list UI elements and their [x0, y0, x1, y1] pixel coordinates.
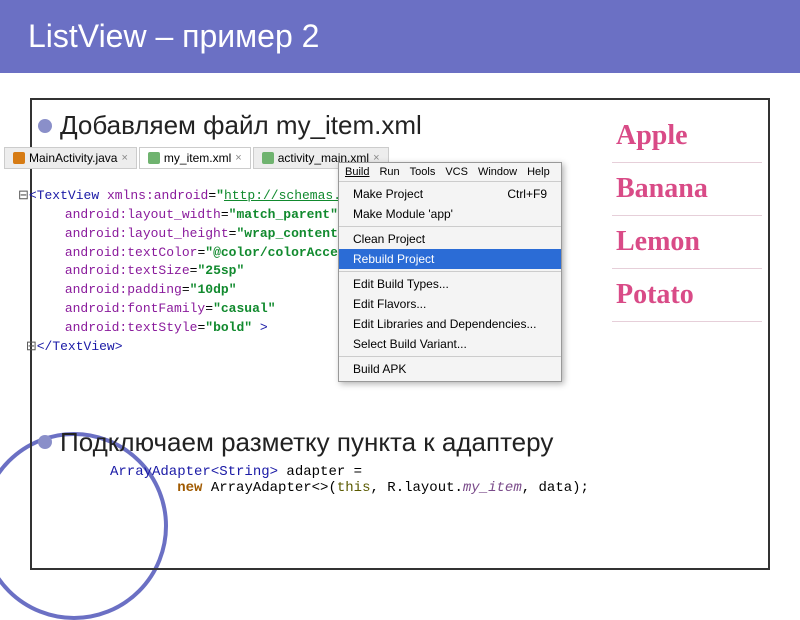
menu-item-make-project[interactable]: Make ProjectCtrl+F9	[339, 184, 561, 204]
tab-main-activity[interactable]: MainActivity.java ×	[4, 147, 137, 169]
list-item[interactable]: Lemon	[612, 216, 762, 269]
bullet-1-text: Добавляем файл my_item.xml	[60, 110, 422, 141]
menu-item-clean[interactable]: Clean Project	[339, 229, 561, 249]
list-item[interactable]: Banana	[612, 163, 762, 216]
menu-item-rebuild[interactable]: Rebuild Project	[339, 249, 561, 269]
menu-tools[interactable]: Tools	[410, 166, 436, 178]
menu-build[interactable]: Build	[345, 166, 369, 178]
java-icon	[13, 152, 25, 164]
close-icon[interactable]: ×	[121, 152, 127, 164]
menu-separator	[339, 226, 561, 227]
xml-icon	[262, 152, 274, 164]
menu-item-make-module[interactable]: Make Module 'app'	[339, 204, 561, 224]
bullet-icon	[38, 435, 52, 449]
list-item[interactable]: Apple	[612, 110, 762, 163]
menu-window[interactable]: Window	[478, 166, 517, 178]
menu-item-build-types[interactable]: Edit Build Types...	[339, 274, 561, 294]
build-menu-items: Make ProjectCtrl+F9 Make Module 'app' Cl…	[339, 182, 561, 381]
xml-icon	[148, 152, 160, 164]
list-item[interactable]: Potato	[612, 269, 762, 322]
tab-my-item[interactable]: my_item.xml ×	[139, 147, 251, 169]
menu-item-flavors[interactable]: Edit Flavors...	[339, 294, 561, 314]
menu-separator	[339, 271, 561, 272]
tab-label: MainActivity.java	[29, 151, 117, 165]
tab-label: my_item.xml	[164, 151, 231, 165]
adapter-code: ArrayAdapter<String> adapter = new Array…	[110, 464, 762, 496]
listview-preview: Apple Banana Lemon Potato	[612, 110, 762, 322]
menu-separator	[339, 356, 561, 357]
close-icon[interactable]: ×	[235, 152, 241, 164]
slide-title: ListView – пример 2	[0, 0, 800, 73]
build-menu-panel: Build Run Tools VCS Window Help Make Pro…	[338, 162, 562, 382]
menu-item-build-apk[interactable]: Build APK	[339, 359, 561, 379]
bullet-2: Подключаем разметку пункта к адаптеру	[38, 427, 762, 458]
bullet-icon	[38, 119, 52, 133]
bullet-2-text: Подключаем разметку пункта к адаптеру	[60, 427, 553, 458]
menu-vcs[interactable]: VCS	[445, 166, 468, 178]
menu-help[interactable]: Help	[527, 166, 550, 178]
menu-item-variant[interactable]: Select Build Variant...	[339, 334, 561, 354]
menu-run[interactable]: Run	[379, 166, 399, 178]
menu-item-libs[interactable]: Edit Libraries and Dependencies...	[339, 314, 561, 334]
ide-menubar: Build Run Tools VCS Window Help	[339, 163, 561, 182]
